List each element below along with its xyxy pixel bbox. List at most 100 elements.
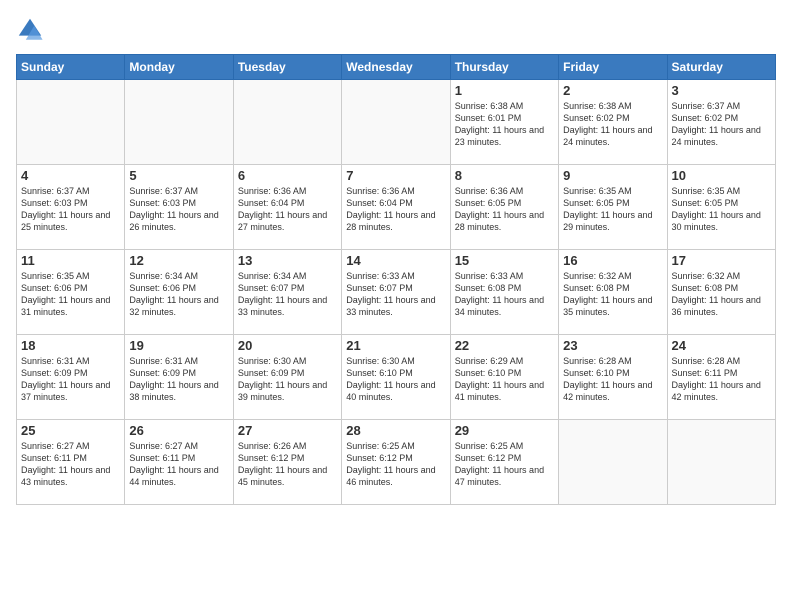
day-number: 28 [346,423,445,438]
calendar-cell: 4 Sunrise: 6:37 AM Sunset: 6:03 PM Daylig… [17,165,125,250]
calendar-cell: 15 Sunrise: 6:33 AM Sunset: 6:08 PM Dayli… [450,250,558,335]
day-number: 14 [346,253,445,268]
day-number: 18 [21,338,120,353]
calendar-cell: 5 Sunrise: 6:37 AM Sunset: 6:03 PM Daylig… [125,165,233,250]
day-info: Sunrise: 6:37 AM Sunset: 6:02 PM Dayligh… [672,101,761,147]
calendar-cell: 9 Sunrise: 6:35 AM Sunset: 6:05 PM Daylig… [559,165,667,250]
calendar-cell: 7 Sunrise: 6:36 AM Sunset: 6:04 PM Daylig… [342,165,450,250]
day-info: Sunrise: 6:34 AM Sunset: 6:06 PM Dayligh… [129,271,218,317]
day-number: 7 [346,168,445,183]
calendar-cell: 25Sunrise: 6:27 AM Sunset: 6:11 PM Dayli… [17,420,125,505]
calendar-cell: 19 Sunrise: 6:31 AM Sunset: 6:09 PM Dayli… [125,335,233,420]
calendar-cell: 21 Sunrise: 6:30 AM Sunset: 6:10 PM Dayli… [342,335,450,420]
calendar-cell: 3 Sunrise: 6:37 AM Sunset: 6:02 PM Daylig… [667,80,775,165]
week-row-2: 11 Sunrise: 6:35 AM Sunset: 6:06 PM Dayli… [17,250,776,335]
day-info: Sunrise: 6:37 AM Sunset: 6:03 PM Dayligh… [129,186,218,232]
day-header-saturday: Saturday [667,55,775,80]
day-number: 24 [672,338,771,353]
day-info: Sunrise: 6:35 AM Sunset: 6:06 PM Dayligh… [21,271,110,317]
calendar-body: 1 Sunrise: 6:38 AM Sunset: 6:01 PM Daylig… [17,80,776,505]
day-info: Sunrise: 6:33 AM Sunset: 6:08 PM Dayligh… [455,271,544,317]
calendar-cell: 23Sunrise: 6:28 AM Sunset: 6:10 PM Dayli… [559,335,667,420]
day-number: 27 [238,423,337,438]
day-info: Sunrise: 6:34 AM Sunset: 6:07 PM Dayligh… [238,271,327,317]
calendar-cell: 26Sunrise: 6:27 AM Sunset: 6:11 PM Dayli… [125,420,233,505]
day-number: 11 [21,253,120,268]
day-info: Sunrise: 6:31 AM Sunset: 6:09 PM Dayligh… [21,356,110,402]
day-header-tuesday: Tuesday [233,55,341,80]
week-row-3: 18 Sunrise: 6:31 AM Sunset: 6:09 PM Dayli… [17,335,776,420]
header [16,16,776,44]
day-number: 9 [563,168,662,183]
day-number: 3 [672,83,771,98]
day-header-thursday: Thursday [450,55,558,80]
calendar-cell: 14 Sunrise: 6:33 AM Sunset: 6:07 PM Dayli… [342,250,450,335]
day-info: Sunrise: 6:33 AM Sunset: 6:07 PM Dayligh… [346,271,435,317]
day-info: Sunrise: 6:25 AM Sunset: 6:12 PM Dayligh… [455,441,544,487]
day-number: 19 [129,338,228,353]
calendar-cell: 8 Sunrise: 6:36 AM Sunset: 6:05 PM Daylig… [450,165,558,250]
calendar-cell [233,80,341,165]
day-number: 4 [21,168,120,183]
day-info: Sunrise: 6:28 AM Sunset: 6:10 PM Dayligh… [563,356,652,402]
day-info: Sunrise: 6:38 AM Sunset: 6:02 PM Dayligh… [563,101,652,147]
day-info: Sunrise: 6:25 AM Sunset: 6:12 PM Dayligh… [346,441,435,487]
calendar-cell: 16 Sunrise: 6:32 AM Sunset: 6:08 PM Dayli… [559,250,667,335]
day-number: 15 [455,253,554,268]
calendar-cell: 18 Sunrise: 6:31 AM Sunset: 6:09 PM Dayli… [17,335,125,420]
week-row-4: 25Sunrise: 6:27 AM Sunset: 6:11 PM Dayli… [17,420,776,505]
day-info: Sunrise: 6:28 AM Sunset: 6:11 PM Dayligh… [672,356,761,402]
day-number: 1 [455,83,554,98]
calendar-cell: 29 Sunrise: 6:25 AM Sunset: 6:12 PM Dayli… [450,420,558,505]
day-number: 26 [129,423,228,438]
calendar-cell: 22 Sunrise: 6:29 AM Sunset: 6:10 PM Dayli… [450,335,558,420]
day-number: 6 [238,168,337,183]
calendar-cell: 6 Sunrise: 6:36 AM Sunset: 6:04 PM Daylig… [233,165,341,250]
calendar-cell [125,80,233,165]
day-info: Sunrise: 6:27 AM Sunset: 6:11 PM Dayligh… [21,441,110,487]
day-number: 29 [455,423,554,438]
day-number: 10 [672,168,771,183]
day-number: 2 [563,83,662,98]
day-header-sunday: Sunday [17,55,125,80]
day-info: Sunrise: 6:31 AM Sunset: 6:09 PM Dayligh… [129,356,218,402]
day-info: Sunrise: 6:38 AM Sunset: 6:01 PM Dayligh… [455,101,544,147]
calendar-cell: 12 Sunrise: 6:34 AM Sunset: 6:06 PM Dayli… [125,250,233,335]
calendar-cell: 20Sunrise: 6:30 AM Sunset: 6:09 PM Dayli… [233,335,341,420]
day-number: 17 [672,253,771,268]
day-info: Sunrise: 6:36 AM Sunset: 6:04 PM Dayligh… [238,186,327,232]
day-number: 5 [129,168,228,183]
day-info: Sunrise: 6:36 AM Sunset: 6:05 PM Dayligh… [455,186,544,232]
day-number: 20 [238,338,337,353]
week-row-0: 1 Sunrise: 6:38 AM Sunset: 6:01 PM Daylig… [17,80,776,165]
calendar-cell [559,420,667,505]
calendar-cell: 1 Sunrise: 6:38 AM Sunset: 6:01 PM Daylig… [450,80,558,165]
day-info: Sunrise: 6:32 AM Sunset: 6:08 PM Dayligh… [563,271,652,317]
calendar-cell: 13 Sunrise: 6:34 AM Sunset: 6:07 PM Dayli… [233,250,341,335]
day-number: 16 [563,253,662,268]
day-info: Sunrise: 6:37 AM Sunset: 6:03 PM Dayligh… [21,186,110,232]
calendar-cell: 17 Sunrise: 6:32 AM Sunset: 6:08 PM Dayli… [667,250,775,335]
day-info: Sunrise: 6:30 AM Sunset: 6:10 PM Dayligh… [346,356,435,402]
day-header-friday: Friday [559,55,667,80]
day-info: Sunrise: 6:36 AM Sunset: 6:04 PM Dayligh… [346,186,435,232]
calendar-cell: 28 Sunrise: 6:25 AM Sunset: 6:12 PM Dayli… [342,420,450,505]
logo-icon [16,16,44,44]
day-number: 12 [129,253,228,268]
day-info: Sunrise: 6:32 AM Sunset: 6:08 PM Dayligh… [672,271,761,317]
calendar-cell: 27 Sunrise: 6:26 AM Sunset: 6:12 PM Dayli… [233,420,341,505]
day-number: 21 [346,338,445,353]
calendar-cell: 2 Sunrise: 6:38 AM Sunset: 6:02 PM Daylig… [559,80,667,165]
day-info: Sunrise: 6:26 AM Sunset: 6:12 PM Dayligh… [238,441,327,487]
page: SundayMondayTuesdayWednesdayThursdayFrid… [0,0,792,612]
day-info: Sunrise: 6:29 AM Sunset: 6:10 PM Dayligh… [455,356,544,402]
day-number: 13 [238,253,337,268]
header-row: SundayMondayTuesdayWednesdayThursdayFrid… [17,55,776,80]
calendar-cell [667,420,775,505]
day-number: 22 [455,338,554,353]
day-info: Sunrise: 6:35 AM Sunset: 6:05 PM Dayligh… [563,186,652,232]
calendar: SundayMondayTuesdayWednesdayThursdayFrid… [16,54,776,505]
calendar-cell: 10Sunrise: 6:35 AM Sunset: 6:05 PM Dayli… [667,165,775,250]
calendar-cell: 11 Sunrise: 6:35 AM Sunset: 6:06 PM Dayli… [17,250,125,335]
day-number: 8 [455,168,554,183]
